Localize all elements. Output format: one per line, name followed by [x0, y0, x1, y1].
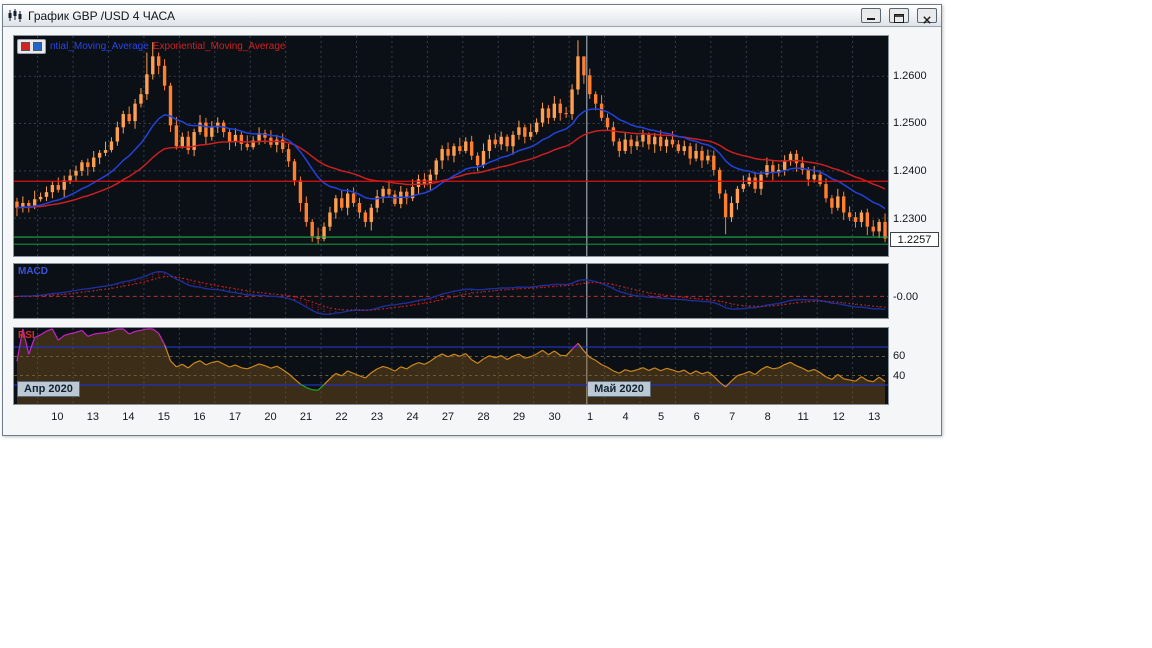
macd-label: MACD [18, 266, 48, 277]
minimize-button[interactable] [861, 8, 881, 23]
price-panel[interactable]: ntial_Moving_Average Exponential_Moving_… [13, 35, 889, 257]
day-gridlines [38, 36, 853, 256]
chart-window[interactable]: График GBP /USD 4 ЧАСА [2, 4, 942, 436]
chart-content: ntial_Moving_Average Exponential_Moving_… [3, 27, 941, 435]
ema-blue-swatch-icon[interactable] [33, 42, 42, 51]
minimize-icon [867, 18, 875, 20]
x-tick-label: 21 [293, 411, 319, 423]
x-tick-label: 16 [186, 411, 212, 423]
x-tick-label: 23 [364, 411, 390, 423]
x-tick-label: 13 [861, 411, 887, 423]
close-button[interactable] [917, 8, 937, 23]
price-axis-label: 1.2400 [893, 165, 927, 177]
x-tick-label: 7 [719, 411, 745, 423]
x-tick-label: 29 [506, 411, 532, 423]
x-tick-label: 17 [222, 411, 248, 423]
rsi-fill [17, 329, 885, 404]
close-icon [923, 12, 931, 20]
legend-ma-red-label: Exponential_Moving_Average [153, 40, 286, 54]
period-badge-april[interactable]: Апр 2020 [17, 381, 80, 397]
x-tick-label: 14 [115, 411, 141, 423]
ema-slow-line [17, 130, 885, 207]
legend-chipbox [17, 39, 46, 54]
price-axis-label: 1.2300 [893, 213, 927, 225]
x-tick-label: 12 [826, 411, 852, 423]
title-bar[interactable]: График GBP /USD 4 ЧАСА [3, 5, 941, 27]
x-tick-label: 5 [648, 411, 674, 423]
window-title: График GBP /USD 4 ЧАСА [28, 9, 853, 23]
x-tick-label: 10 [44, 411, 70, 423]
legend: ntial_Moving_Average Exponential_Moving_… [17, 39, 285, 54]
ema-red-swatch-icon[interactable] [21, 42, 30, 51]
macd-histogram [46, 272, 885, 315]
x-tick-label: 1 [577, 411, 603, 423]
current-price-box: 1.2257 [890, 232, 939, 247]
restore-icon [894, 11, 904, 20]
x-tick-label: 22 [329, 411, 355, 423]
rsi-label: RSI [18, 330, 35, 341]
price-gridlines [14, 76, 888, 218]
x-tick-label: 30 [542, 411, 568, 423]
rsi-panel[interactable]: RSI [13, 327, 889, 405]
x-tick-label: 28 [471, 411, 497, 423]
price-axis-label: 1.2600 [893, 70, 927, 82]
x-tick-label: 8 [755, 411, 781, 423]
period-badge-may[interactable]: Май 2020 [587, 381, 651, 397]
x-tick-label: 13 [80, 411, 106, 423]
rsi-axis-label: 40 [893, 370, 905, 382]
legend-ma-blue-label: ntial_Moving_Average [50, 40, 149, 54]
x-tick-label: 4 [613, 411, 639, 423]
x-tick-label: 27 [435, 411, 461, 423]
x-tick-label: 11 [790, 411, 816, 423]
macd-signal-line [17, 277, 885, 311]
macd-value-label: -0.00 [893, 291, 918, 303]
price-axis-label: 1.2500 [893, 117, 927, 129]
rsi-axis-label: 60 [893, 350, 905, 362]
candlestick-chart-icon [7, 9, 23, 22]
candles [15, 40, 886, 244]
x-tick-label: 20 [257, 411, 283, 423]
x-tick-label: 24 [400, 411, 426, 423]
restore-button[interactable] [889, 8, 909, 23]
x-tick-label: 15 [151, 411, 177, 423]
macd-panel[interactable]: MACD [13, 263, 889, 319]
x-tick-label: 6 [684, 411, 710, 423]
